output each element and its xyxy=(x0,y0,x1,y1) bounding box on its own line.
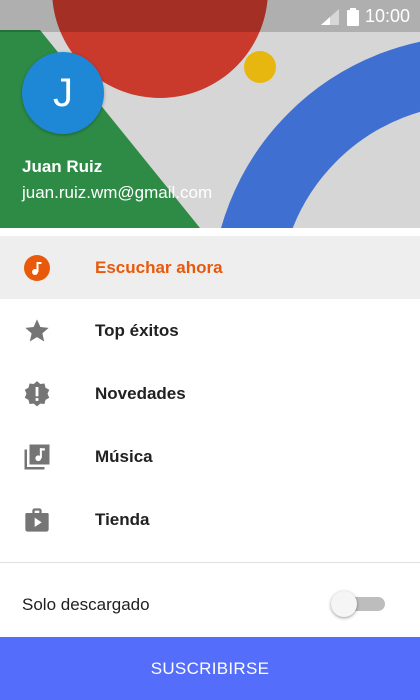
menu-item-new-releases[interactable]: Novedades xyxy=(0,362,420,425)
menu-label: Escuchar ahora xyxy=(95,257,223,277)
menu-item-listen-now[interactable]: Escuchar ahora xyxy=(0,236,420,299)
menu-label: Top éxitos xyxy=(95,320,179,340)
new-release-icon xyxy=(22,379,52,409)
status-bar: 10:00 xyxy=(0,0,420,32)
downloaded-only-toggle[interactable] xyxy=(331,591,387,617)
shop-icon xyxy=(22,505,52,535)
subscribe-button[interactable]: SUSCRIBIRSE xyxy=(0,637,420,700)
menu-label: Tienda xyxy=(95,509,150,529)
navigation-menu: Escuchar ahora Top éxitos Novedades Músi… xyxy=(0,236,420,551)
menu-item-music[interactable]: Música xyxy=(0,425,420,488)
menu-label: Música xyxy=(95,446,153,466)
menu-item-top-hits[interactable]: Top éxitos xyxy=(0,299,420,362)
toggle-knob xyxy=(331,591,357,617)
music-library-icon xyxy=(22,442,52,472)
status-time: 10:00 xyxy=(364,6,410,26)
account-name: Juan Ruiz xyxy=(22,157,103,176)
downloaded-only-row[interactable]: Solo descargado xyxy=(0,574,420,634)
menu-item-shop[interactable]: Tienda xyxy=(0,488,420,551)
account-header: 10:00 J Juan Ruiz juan.ruiz.wm@gmail.com xyxy=(0,0,420,228)
listen-now-icon xyxy=(22,253,52,283)
menu-label: Novedades xyxy=(95,383,186,403)
battery-icon xyxy=(346,7,359,26)
avatar[interactable]: J xyxy=(22,52,104,134)
downloaded-only-label: Solo descargado xyxy=(22,595,150,614)
account-email: juan.ruiz.wm@gmail.com xyxy=(22,183,213,202)
divider xyxy=(0,562,420,563)
star-icon xyxy=(22,316,52,346)
signal-icon xyxy=(320,8,339,25)
